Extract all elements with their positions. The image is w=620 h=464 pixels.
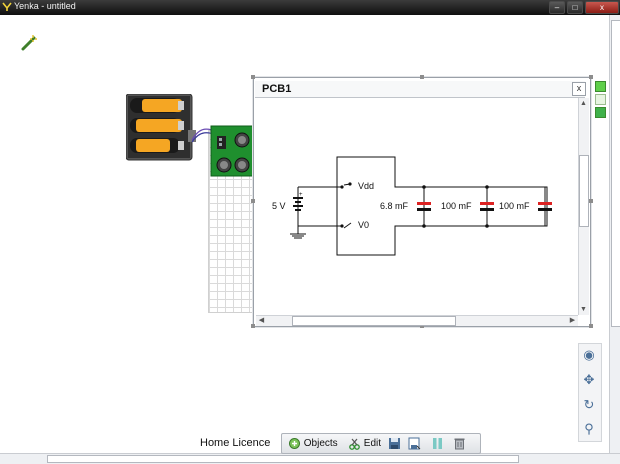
battery-voltage-label: 5 V bbox=[272, 201, 286, 211]
battery-pack[interactable] bbox=[126, 94, 196, 162]
objects-icon bbox=[289, 437, 300, 449]
main-horizontal-scroll-thumb[interactable] bbox=[47, 455, 519, 463]
layer-tools bbox=[594, 79, 606, 121]
pcb-title-bar[interactable] bbox=[255, 81, 585, 98]
scroll-down-arrow-icon[interactable]: ▼ bbox=[579, 305, 588, 314]
pale-layer-icon[interactable] bbox=[595, 94, 606, 105]
minimize-button[interactable]: – bbox=[549, 1, 565, 14]
trash-icon[interactable] bbox=[453, 437, 466, 450]
close-button[interactable]: x bbox=[585, 1, 619, 14]
resize-handle[interactable] bbox=[420, 75, 424, 79]
pcb-vertical-scroll-thumb[interactable] bbox=[579, 155, 589, 227]
resize-handle[interactable] bbox=[251, 75, 255, 79]
yenka-logo-icon bbox=[2, 2, 12, 11]
capacitor-label-1: 6.8 mF bbox=[380, 201, 409, 211]
save-as-icon[interactable] bbox=[408, 437, 421, 450]
move-icon[interactable]: ✥ bbox=[580, 371, 598, 389]
edit-icon bbox=[349, 438, 360, 450]
resize-handle[interactable] bbox=[589, 199, 593, 203]
window-title: Yenka - untitled bbox=[14, 1, 76, 11]
pcb-close-button[interactable]: x bbox=[572, 82, 586, 96]
zoom-icon[interactable]: ⚲ bbox=[580, 420, 598, 438]
green-layer-icon[interactable] bbox=[595, 81, 606, 92]
scroll-right-arrow-icon[interactable]: ▶ bbox=[568, 316, 577, 325]
pause-icon[interactable] bbox=[431, 437, 444, 450]
scroll-left-arrow-icon[interactable]: ◀ bbox=[257, 316, 266, 325]
resize-handle[interactable] bbox=[251, 324, 255, 328]
objects-button[interactable]: Objects bbox=[288, 436, 338, 451]
scroll-up-arrow-icon[interactable]: ▲ bbox=[579, 99, 588, 108]
wand-tool-icon[interactable] bbox=[20, 34, 38, 52]
dark-layer-icon[interactable] bbox=[595, 107, 606, 118]
vdd-label: Vdd bbox=[358, 181, 375, 191]
pcb-title: PCB1 bbox=[262, 83, 292, 95]
svg-text:+: + bbox=[299, 192, 303, 198]
licence-label: Home Licence bbox=[200, 437, 271, 449]
objects-label: Objects bbox=[303, 438, 338, 449]
resize-handle[interactable] bbox=[589, 324, 593, 328]
eye-icon[interactable]: ◉ bbox=[580, 346, 598, 364]
edit-button[interactable]: Edit bbox=[348, 436, 381, 451]
save-icon[interactable] bbox=[388, 437, 401, 450]
resize-handle[interactable] bbox=[251, 199, 255, 203]
maximize-button[interactable]: □ bbox=[567, 1, 583, 14]
pcb-horizontal-scroll-thumb[interactable] bbox=[292, 316, 456, 326]
edit-label: Edit bbox=[363, 438, 382, 449]
main-vertical-scroll-thumb[interactable] bbox=[611, 20, 620, 327]
title-bar: Yenka - untitled bbox=[0, 0, 620, 15]
pcb-component[interactable] bbox=[210, 125, 254, 177]
capacitor-label-2: 100 mF bbox=[441, 201, 472, 211]
resize-handle[interactable] bbox=[589, 75, 593, 79]
v0-label: V0 bbox=[358, 220, 370, 230]
rotate-icon[interactable]: ↻ bbox=[580, 396, 598, 414]
capacitor-label-3: 100 mF bbox=[499, 201, 530, 211]
